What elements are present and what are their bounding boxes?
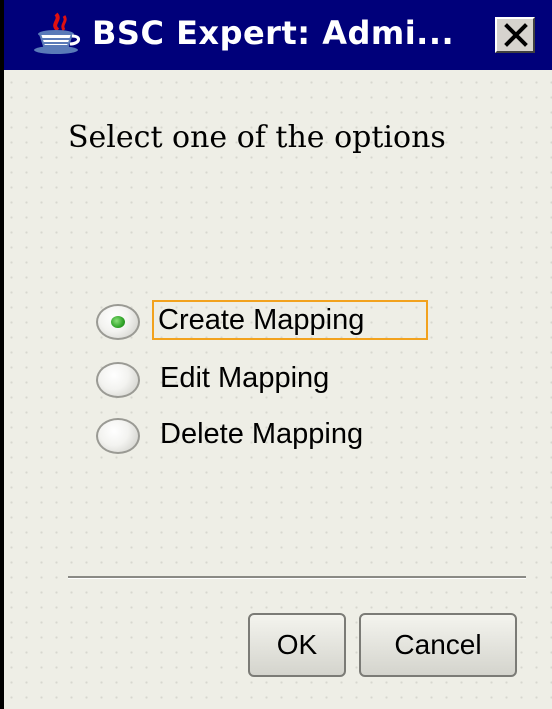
radio-delete-mapping[interactable]	[96, 418, 140, 454]
option-label-edit-mapping[interactable]: Edit Mapping	[156, 358, 333, 398]
option-delete-mapping[interactable]: Delete Mapping	[96, 414, 456, 454]
title-bar[interactable]: BSC Expert: Admi...	[4, 0, 552, 70]
dialog-window: BSC Expert: Admi... Select one of the op…	[0, 0, 552, 709]
java-coffee-cup-icon	[32, 12, 84, 56]
close-button[interactable]	[495, 17, 535, 53]
option-create-mapping[interactable]: Create Mapping	[96, 300, 456, 340]
radio-create-mapping[interactable]	[96, 304, 140, 340]
cancel-button[interactable]: Cancel	[359, 613, 517, 677]
window-title: BSC Expert: Admi...	[92, 14, 455, 52]
radio-edit-mapping[interactable]	[96, 362, 140, 398]
option-label-create-mapping[interactable]: Create Mapping	[152, 300, 428, 340]
separator	[68, 576, 526, 579]
ok-button[interactable]: OK	[248, 613, 346, 677]
option-label-delete-mapping[interactable]: Delete Mapping	[156, 414, 367, 454]
prompt-text: Select one of the options	[68, 120, 446, 155]
option-edit-mapping[interactable]: Edit Mapping	[96, 358, 456, 398]
radio-selected-dot	[111, 316, 125, 328]
